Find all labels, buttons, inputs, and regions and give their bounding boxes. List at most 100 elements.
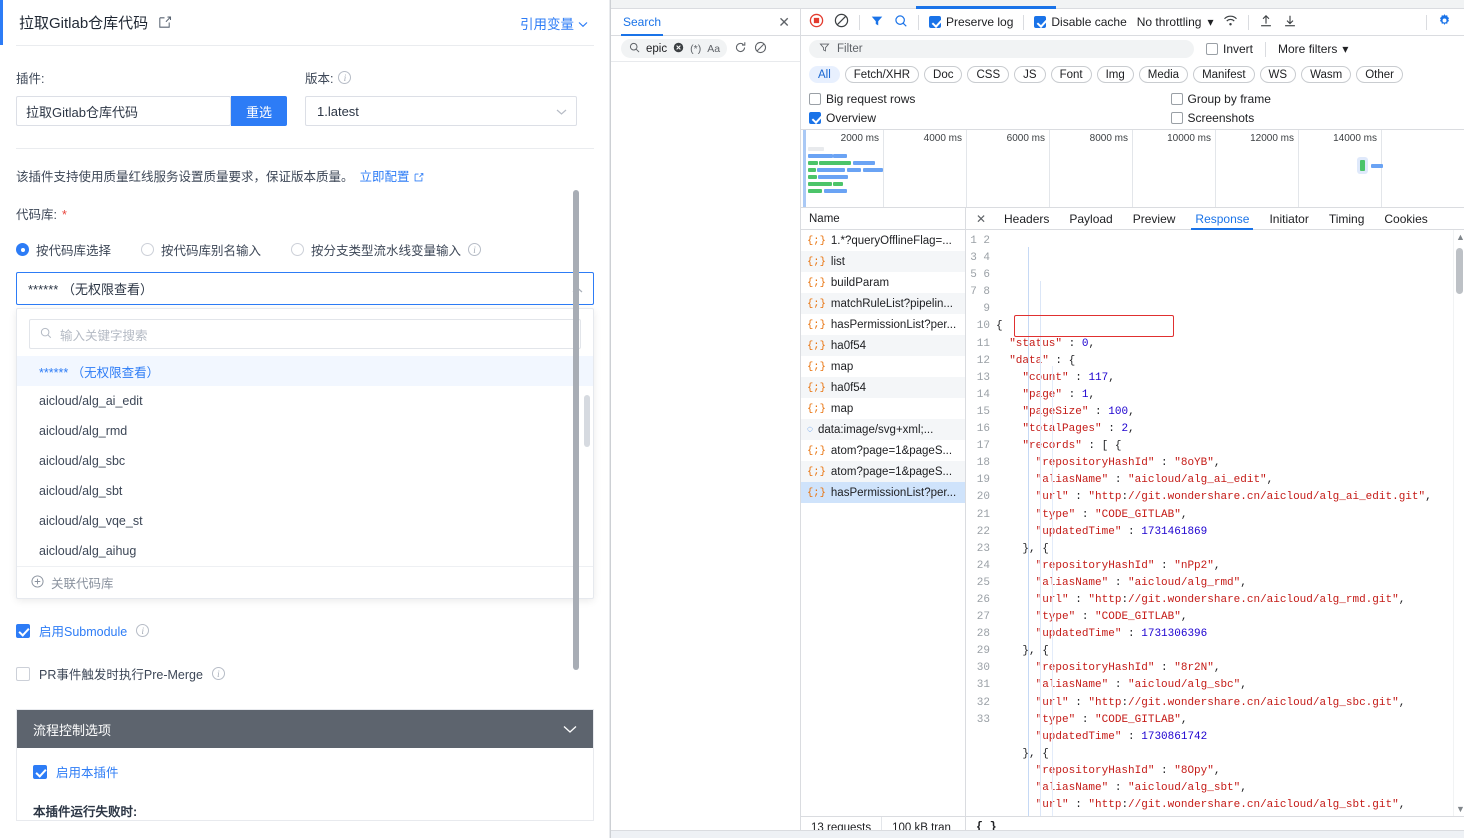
type-pill-img[interactable]: Img <box>1096 66 1134 83</box>
record-stop-icon[interactable] <box>809 13 824 31</box>
tab-payload[interactable]: Payload <box>1059 208 1122 230</box>
type-pill-css[interactable]: CSS <box>967 66 1010 83</box>
json-icon: {;} <box>807 486 826 499</box>
chevron-down-icon[interactable] <box>563 722 577 737</box>
type-pill-all[interactable]: All <box>809 66 840 83</box>
type-pill-wasm[interactable]: Wasm <box>1301 66 1352 83</box>
checkbox-pre-merge[interactable]: PR事件触发时执行Pre-Merge i <box>0 664 610 683</box>
table-row[interactable]: {;} 1.*?queryOfflineFlag=... <box>801 230 965 251</box>
radio-by-branch-var[interactable]: 按分支类型流水线变量输入 i <box>291 240 482 259</box>
checkbox-enable-this-plugin[interactable]: 启用本插件 <box>33 762 577 781</box>
tab-response[interactable]: Response <box>1185 208 1259 230</box>
reference-variable-button[interactable]: 引用变量 <box>520 13 588 33</box>
tab-headers[interactable]: Headers <box>994 208 1059 230</box>
gear-icon[interactable] <box>1437 13 1452 31</box>
scroll-down-arrow-icon[interactable]: ▼ <box>1456 804 1464 814</box>
info-icon[interactable]: i <box>338 71 352 84</box>
regex-icon[interactable]: (*) <box>690 43 701 55</box>
table-row[interactable]: {;} buildParam <box>801 272 965 293</box>
checkbox-enable-submodule[interactable]: 启用Submodule i <box>0 621 610 640</box>
search-icon[interactable] <box>894 14 908 31</box>
scroll-up-arrow-icon[interactable]: ▲ <box>1456 232 1464 242</box>
list-item[interactable]: aicloud/alg_ai_edit <box>17 386 593 416</box>
preserve-log-checkbox[interactable]: Preserve log <box>929 15 1013 29</box>
dropdown-search[interactable]: 输入关键字搜索 <box>29 319 581 349</box>
link-repository-button[interactable]: 关联代码库 <box>17 566 593 598</box>
table-row[interactable]: {;} list <box>801 251 965 272</box>
tab-cookies[interactable]: Cookies <box>1374 208 1437 230</box>
table-row[interactable]: {;} atom?page=1&pageS... <box>801 461 965 482</box>
tab-preview[interactable]: Preview <box>1123 208 1186 230</box>
scrollbar-thumb[interactable] <box>1456 248 1463 294</box>
type-pill-font[interactable]: Font <box>1050 66 1092 83</box>
close-icon[interactable]: ✕ <box>778 14 790 31</box>
network-overview-timeline[interactable]: 2000 ms 4000 ms 6000 ms 8000 ms 10000 ms… <box>801 130 1464 208</box>
type-pill-manifest[interactable]: Manifest <box>1193 66 1255 83</box>
chevron-down-icon <box>578 16 588 31</box>
import-har-icon[interactable] <box>1259 14 1273 31</box>
tab-timing[interactable]: Timing <box>1319 208 1375 230</box>
table-row[interactable]: {;} atom?page=1&pageS... <box>801 440 965 461</box>
tab-search[interactable]: Search <box>620 9 664 36</box>
radio-by-repo-select[interactable]: 按代码库选择 <box>16 240 111 259</box>
overview-checkbox[interactable]: Overview <box>809 111 1133 125</box>
disable-cache-checkbox[interactable]: Disable cache <box>1034 15 1127 29</box>
clear-circle-icon[interactable] <box>673 42 684 56</box>
table-row[interactable]: {;} map <box>801 356 965 377</box>
info-icon[interactable]: i <box>211 667 225 680</box>
table-row[interactable]: {;} hasPermissionList?per... <box>801 314 965 335</box>
edit-square-icon[interactable] <box>157 15 172 30</box>
clear-results-icon[interactable] <box>754 41 767 57</box>
request-list-body[interactable]: {;} 1.*?queryOfflineFlag=... {;} list {;} b… <box>801 230 965 816</box>
close-icon[interactable]: ✕ <box>968 212 994 226</box>
configure-now-link[interactable]: 立即配置 <box>360 170 425 184</box>
flow-control-header[interactable]: 流程控制选项 <box>17 710 593 748</box>
refresh-icon[interactable] <box>734 41 747 57</box>
filter-icon[interactable] <box>870 14 884 31</box>
type-pill-other[interactable]: Other <box>1356 66 1403 83</box>
radio-by-repo-alias[interactable]: 按代码库别名输入 <box>141 240 261 259</box>
export-har-icon[interactable] <box>1283 14 1297 31</box>
list-item[interactable]: aicloud/alg_aihug <box>17 536 593 566</box>
repo-combobox[interactable]: ****** （无权限查看） <box>16 272 594 305</box>
list-item[interactable]: aicloud/alg_rmd <box>17 416 593 446</box>
search-input[interactable]: epic (*) Aa <box>621 39 728 58</box>
version-select[interactable]: 1.latest <box>305 96 577 126</box>
list-item[interactable]: aicloud/alg_vqe_st <box>17 506 593 536</box>
list-item[interactable]: ****** （无权限查看） <box>17 356 593 386</box>
info-icon[interactable]: i <box>136 624 150 637</box>
tab-initiator[interactable]: Initiator <box>1259 208 1318 230</box>
response-body-viewer[interactable]: 1 2 3 4 5 6 7 8 9 10 11 12 13 14 15 16 1… <box>966 230 1464 816</box>
table-row[interactable]: {;} ha0f54 <box>801 377 965 398</box>
group-by-frame-checkbox[interactable]: Group by frame <box>1170 92 1457 106</box>
invert-checkbox[interactable]: Invert <box>1206 42 1253 56</box>
network-conditions-icon[interactable] <box>1223 13 1238 31</box>
big-request-rows-checkbox[interactable]: Big request rows <box>809 92 1133 106</box>
table-row[interactable]: {;} map <box>801 398 965 419</box>
info-icon[interactable]: i <box>468 243 482 256</box>
network-options-bar: Big request rows Overview Group by frame <box>801 87 1464 130</box>
match-case-icon[interactable]: Aa <box>707 43 720 55</box>
type-pill-media[interactable]: Media <box>1138 66 1189 83</box>
table-row[interactable]: {;} ha0f54 <box>801 335 965 356</box>
table-row[interactable]: {;} hasPermissionList?per... <box>801 482 965 503</box>
list-item[interactable]: aicloud/alg_sbc <box>17 446 593 476</box>
table-row[interactable]: ◌ data:image/svg+xml;... <box>801 419 965 440</box>
throttling-select[interactable]: No throttling ▾ <box>1137 15 1214 29</box>
type-pill-fetch-xhr[interactable]: Fetch/XHR <box>844 66 920 83</box>
reselect-button[interactable]: 重选 <box>231 96 287 126</box>
dropdown-scrollbar[interactable] <box>584 395 590 447</box>
plugin-name-input[interactable] <box>16 96 231 126</box>
type-pill-doc[interactable]: Doc <box>924 66 963 83</box>
list-item[interactable]: aicloud/alg_sbt <box>17 476 593 506</box>
panel-scrollbar[interactable] <box>573 190 579 670</box>
clear-icon[interactable] <box>834 13 849 31</box>
request-details: ✕ Headers Payload Preview Response Initi… <box>966 208 1464 816</box>
type-pill-ws[interactable]: WS <box>1259 66 1297 83</box>
type-pill-js[interactable]: JS <box>1014 66 1046 83</box>
filter-input[interactable]: Filter <box>809 40 1194 58</box>
more-filters-button[interactable]: More filters ▾ <box>1278 42 1348 56</box>
table-row[interactable]: {;} matchRuleList?pipelin... <box>801 293 965 314</box>
screenshots-checkbox[interactable]: Screenshots <box>1170 111 1457 125</box>
response-scrollbar[interactable]: ▲ ▼ <box>1453 230 1464 816</box>
